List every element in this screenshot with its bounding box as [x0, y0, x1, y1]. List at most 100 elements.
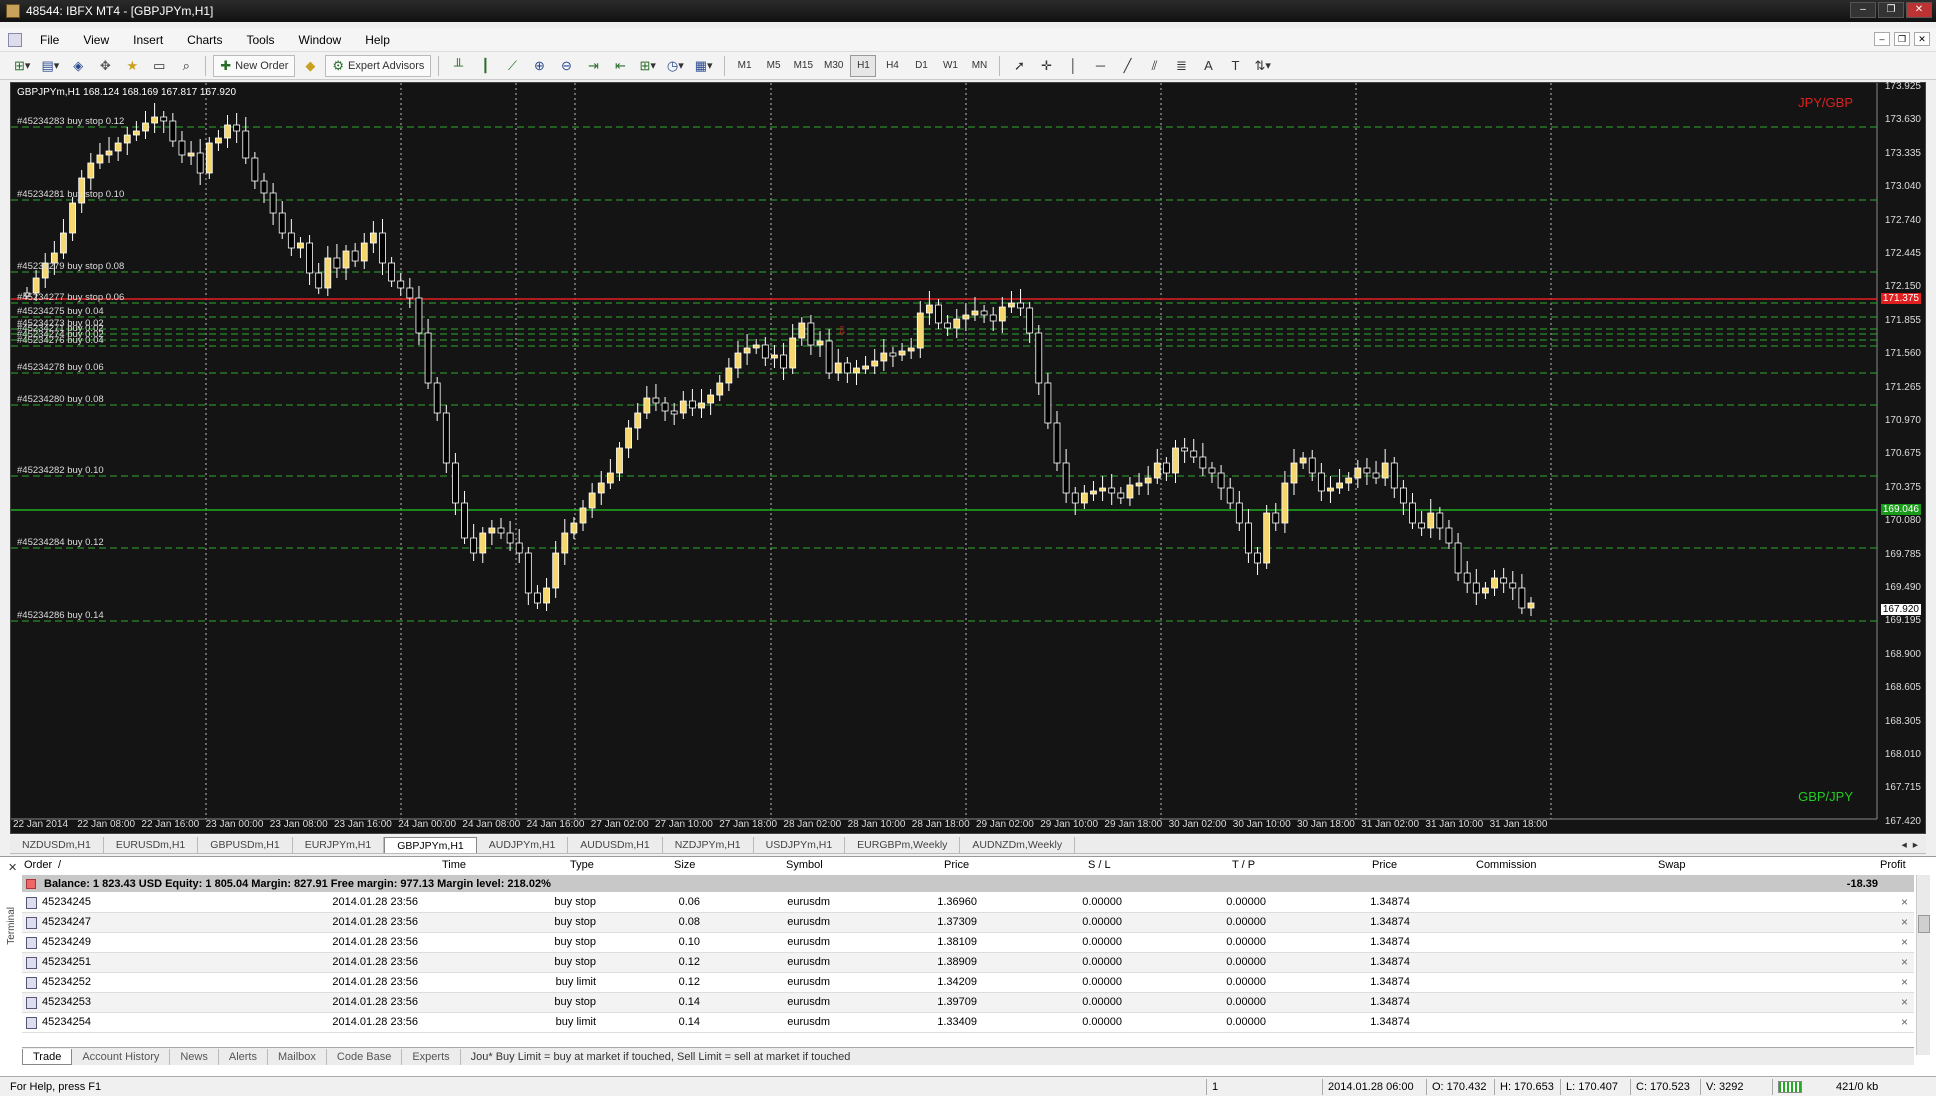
horizontal-line-icon[interactable]: ─ — [1088, 55, 1112, 77]
zoom-in-icon[interactable]: ⊕ — [527, 55, 551, 77]
col-size[interactable]: Size — [674, 859, 695, 871]
timeframe-m1[interactable]: M1 — [732, 55, 758, 77]
chart-tab-gbpusdm[interactable]: GBPUSDm,H1 — [198, 836, 293, 853]
chart-shift-icon[interactable]: ⇥ — [581, 55, 605, 77]
line-chart-icon[interactable]: ⟋ — [500, 55, 524, 77]
col-symbol[interactable]: Symbol — [786, 859, 823, 871]
channel-icon[interactable]: ⫽ — [1142, 55, 1166, 77]
menu-help[interactable]: Help — [353, 33, 402, 47]
price-chart[interactable]: ⇩ — [11, 83, 1927, 835]
periods-icon[interactable]: ◷ ▾ — [663, 55, 688, 77]
delete-order-icon[interactable]: × — [1901, 935, 1908, 949]
chart-tab-gbpjpym[interactable]: GBPJPYm,H1 — [384, 836, 477, 853]
chart-tab-usdjpym[interactable]: USDJPYm,H1 — [754, 836, 846, 853]
close-icon[interactable]: ✕ — [1906, 2, 1932, 18]
col-order[interactable]: Order — [24, 859, 52, 871]
menu-view[interactable]: View — [71, 33, 121, 47]
timeframe-d1[interactable]: D1 — [908, 55, 934, 77]
timeframe-w1[interactable]: W1 — [937, 55, 963, 77]
new-order-button[interactable]: ✚ New Order — [213, 54, 296, 77]
order-row[interactable]: 45234249 2014.01.28 23:56 buy stop 0.10 euru… — [22, 933, 1914, 953]
tab-account-history[interactable]: Account History — [72, 1048, 171, 1065]
col-tp[interactable]: T / P — [1232, 859, 1255, 871]
order-line-label[interactable]: #45234277 buy stop 0.06 — [17, 292, 124, 303]
tab-mailbox[interactable]: Mailbox — [268, 1048, 327, 1065]
menu-insert[interactable]: Insert — [121, 33, 175, 47]
candlestick-icon[interactable]: ┃ — [473, 55, 497, 77]
chart-tab-eurgbpm[interactable]: EURGBPm,Weekly — [845, 836, 961, 853]
timeframe-m5[interactable]: M5 — [761, 55, 787, 77]
delete-order-icon[interactable]: × — [1901, 915, 1908, 929]
order-row[interactable]: 45234247 2014.01.28 23:56 buy stop 0.08 euru… — [22, 913, 1914, 933]
mdi-minimize-icon[interactable]: – — [1874, 32, 1890, 46]
menu-file[interactable]: File — [28, 33, 71, 47]
arrows-icon[interactable]: ⇅ ▾ — [1250, 55, 1274, 77]
autoscroll-icon[interactable]: ⇤ — [608, 55, 632, 77]
order-row[interactable]: 45234254 2014.01.28 23:56 buy limit 0.14 eur… — [22, 1013, 1914, 1033]
delete-order-icon[interactable]: × — [1901, 1015, 1908, 1029]
order-line-label[interactable]: #45234279 buy stop 0.08 — [17, 261, 124, 272]
menu-window[interactable]: Window — [287, 33, 354, 47]
delete-order-icon[interactable]: × — [1901, 895, 1908, 909]
indicators-icon[interactable]: ⊞ ▾ — [635, 55, 659, 77]
col-cur-price[interactable]: Price — [1372, 859, 1397, 871]
chart-tab-audnzdm[interactable]: AUDNZDm,Weekly — [960, 836, 1076, 853]
chart-tab-eurjpym[interactable]: EURJPYm,H1 — [293, 836, 385, 853]
order-line-label[interactable]: #45234276 buy 0.04 — [17, 335, 104, 346]
timeframe-m30[interactable]: M30 — [820, 55, 847, 77]
order-row[interactable]: 45234245 2014.01.28 23:56 buy stop 0.06 euru… — [22, 893, 1914, 913]
menu-charts[interactable]: Charts — [175, 33, 234, 47]
favorites-icon[interactable]: ★ — [120, 55, 144, 77]
tab-code-base[interactable]: Code Base — [327, 1048, 403, 1065]
terminal-scrollbar[interactable] — [1916, 875, 1930, 1055]
delete-order-icon[interactable]: × — [1901, 995, 1908, 1009]
metaeditor-icon[interactable]: ◆ — [298, 55, 322, 77]
col-price[interactable]: Price — [944, 859, 969, 871]
vertical-line-icon[interactable]: │ — [1061, 55, 1085, 77]
text-label-icon[interactable]: T — [1223, 55, 1247, 77]
mdi-close-icon[interactable]: ✕ — [1914, 32, 1930, 46]
chart-window[interactable]: ⇩ GBPJPYm,H1 168.124 168.169 167.817 167… — [10, 81, 1927, 835]
col-swap[interactable]: Swap — [1658, 859, 1686, 871]
order-line-label[interactable]: #45234281 buy stop 0.10 — [17, 189, 124, 200]
delete-order-icon[interactable]: × — [1901, 975, 1908, 989]
order-line-label[interactable]: #45234283 buy stop 0.12 — [17, 116, 124, 127]
col-commission[interactable]: Commission — [1476, 859, 1537, 871]
tab-news[interactable]: News — [170, 1048, 219, 1065]
terminal-close-icon[interactable]: ✕ — [8, 861, 17, 874]
tab-trade[interactable]: Trade — [22, 1048, 73, 1065]
zoom-out-icon[interactable]: ⊖ — [554, 55, 578, 77]
fibonacci-icon[interactable]: ≣ — [1169, 55, 1193, 77]
order-line-label[interactable]: #45234280 buy 0.08 — [17, 394, 104, 405]
crosshair-icon[interactable]: ✛ — [1034, 55, 1058, 77]
chart-tab-eurusdm[interactable]: EURUSDm,H1 — [104, 836, 199, 853]
templates-icon[interactable]: ▦ ▾ — [691, 55, 717, 77]
order-line-label[interactable]: #45234275 buy 0.04 — [17, 306, 104, 317]
scrollbar-thumb[interactable] — [1918, 915, 1930, 933]
profiles-icon[interactable]: ▤ ▾ — [37, 55, 63, 77]
restore-icon[interactable]: ❐ — [1878, 2, 1904, 18]
timeframe-mn[interactable]: MN — [966, 55, 992, 77]
menu-tools[interactable]: Tools — [235, 33, 287, 47]
order-row[interactable]: 45234252 2014.01.28 23:56 buy limit 0.12 eur… — [22, 973, 1914, 993]
bar-chart-icon[interactable]: ╨ — [446, 55, 470, 77]
timeframe-h4[interactable]: H4 — [879, 55, 905, 77]
timeframe-h1[interactable]: H1 — [850, 54, 877, 77]
market-watch-icon[interactable]: ◈ — [66, 55, 90, 77]
tester-icon[interactable]: ⌕ — [174, 55, 198, 77]
timeframe-m15[interactable]: M15 — [790, 55, 817, 77]
tab-experts[interactable]: Experts — [402, 1048, 461, 1065]
order-line-label[interactable]: #45234282 buy 0.10 — [17, 465, 104, 476]
order-line-label[interactable]: #45234278 buy 0.06 — [17, 362, 104, 373]
tab-left-icon[interactable]: ◂ — [1901, 839, 1906, 851]
text-icon[interactable]: A — [1196, 55, 1220, 77]
terminal-icon[interactable]: ▭ — [147, 55, 171, 77]
col-time[interactable]: Time — [442, 859, 466, 871]
chart-tab-audusdm[interactable]: AUDUSDm,H1 — [568, 836, 663, 853]
chart-tab-audjpym[interactable]: AUDJPYm,H1 — [477, 836, 569, 853]
minimize-icon[interactable]: – — [1850, 2, 1876, 18]
cursor-icon[interactable]: ➚ — [1007, 55, 1031, 77]
order-line-label[interactable]: #45234284 buy 0.12 — [17, 537, 104, 548]
tab-alerts[interactable]: Alerts — [219, 1048, 268, 1065]
new-chart-icon[interactable]: ⊞ ▾ — [10, 55, 34, 77]
